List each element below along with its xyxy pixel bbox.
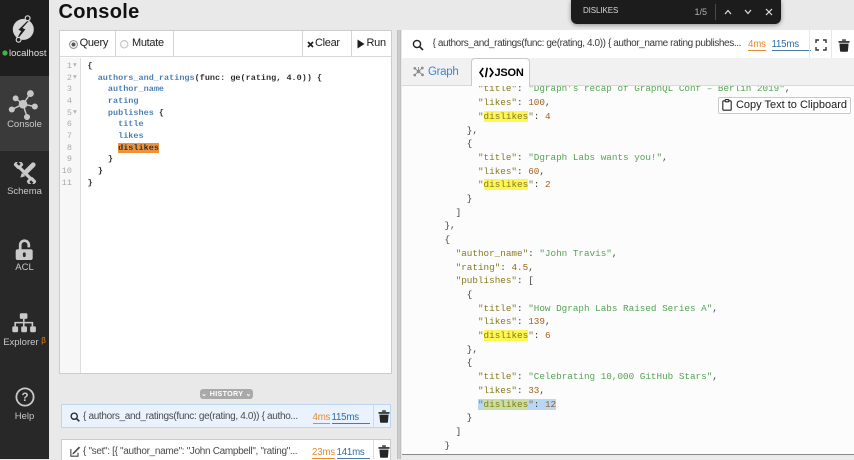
svg-text:?: ? <box>21 392 28 404</box>
